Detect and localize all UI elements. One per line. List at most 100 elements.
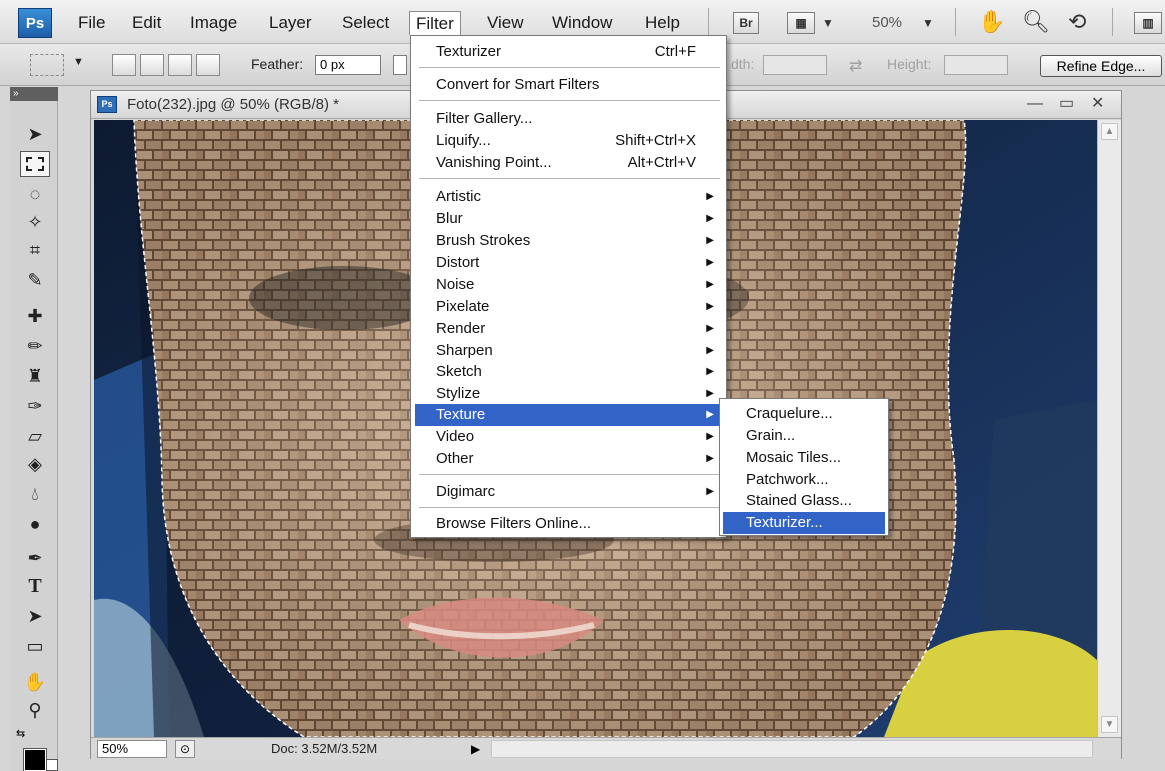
menu-file[interactable]: File [72, 11, 111, 35]
menu-item-blur[interactable]: Blur ▶ [415, 208, 724, 230]
subtract-selection-button[interactable] [168, 54, 192, 76]
menu-select[interactable]: Select [336, 11, 395, 35]
height-field[interactable] [944, 55, 1008, 75]
eraser-tool-icon[interactable]: ▱ [20, 423, 50, 449]
add-selection-button[interactable] [140, 54, 164, 76]
refine-edge-button[interactable]: Refine Edge... [1040, 55, 1162, 77]
scroll-down-icon[interactable]: ▼ [1101, 716, 1118, 733]
menu-item-liquify[interactable]: Liquify... Shift+Ctrl+X [415, 130, 724, 152]
height-label: Height: [887, 56, 932, 72]
lasso-tool-icon[interactable]: ◌ [20, 181, 50, 207]
path-selection-tool-icon[interactable]: ➤ [20, 603, 50, 629]
menu-item-artistic[interactable]: Artistic ▶ [415, 186, 724, 208]
menu-filter[interactable]: Filter [409, 11, 461, 35]
tool-preset-picker[interactable] [30, 54, 64, 76]
magic-wand-tool-icon[interactable]: ✧ [20, 209, 50, 235]
zoom-tool-icon[interactable]: ⚲ [20, 697, 50, 723]
submenu-item-craquelure[interactable]: Craquelure... [723, 403, 885, 425]
hand-tool-icon[interactable]: ✋ [978, 8, 1005, 36]
menu-item-browse-filters-online[interactable]: Browse Filters Online... [415, 513, 724, 535]
submenu-arrow-icon: ▶ [706, 431, 714, 442]
menu-item-vanishing-point[interactable]: Vanishing Point... Alt+Ctrl+V [415, 152, 724, 174]
menubar-divider [955, 8, 956, 36]
menu-window[interactable]: Window [546, 11, 618, 35]
close-icon[interactable]: ✕ [1091, 94, 1104, 114]
view-extras-dropdown-icon[interactable]: ▼ [822, 12, 834, 34]
document-size-info: Doc: 3.52M/3.52M [271, 741, 378, 756]
blur-tool-icon[interactable]: 💧︎ [20, 481, 50, 507]
anti-alias-checkbox[interactable] [393, 55, 407, 75]
status-info-icon[interactable]: ⊙ [175, 740, 195, 758]
status-zoom-field[interactable]: 50% [97, 740, 167, 758]
tools-panel-header[interactable]: » [10, 87, 58, 101]
menu-item-sketch[interactable]: Sketch ▶ [415, 361, 724, 383]
menu-item-video[interactable]: Video ▶ [415, 426, 724, 448]
menu-item-filter-gallery[interactable]: Filter Gallery... [415, 108, 724, 130]
view-extras-button[interactable]: ▦ [787, 12, 815, 34]
menu-layer[interactable]: Layer [263, 11, 318, 35]
new-selection-button[interactable] [112, 54, 136, 76]
pen-tool-icon[interactable]: ✒ [20, 545, 50, 571]
clone-stamp-tool-icon[interactable]: ♜ [20, 363, 50, 389]
submenu-item-stained-glass[interactable]: Stained Glass... [723, 490, 885, 512]
menu-help[interactable]: Help [639, 11, 686, 35]
scroll-up-icon[interactable]: ▲ [1101, 123, 1118, 140]
zoom-tool-icon[interactable]: 🔍︎ [1022, 8, 1050, 36]
history-brush-tool-icon[interactable]: ✑ [20, 393, 50, 419]
menu-item-digimarc[interactable]: Digimarc ▶ [415, 481, 724, 503]
preset-dropdown-icon[interactable]: ▼ [73, 56, 84, 68]
status-menu-arrow-icon[interactable]: ▶ [471, 741, 480, 757]
menu-item-last-filter[interactable]: Texturizer Ctrl+F [415, 41, 724, 63]
maximize-icon[interactable]: ▭ [1059, 94, 1074, 114]
swap-colors-icon[interactable]: ⇆ [16, 727, 25, 740]
feather-field[interactable]: 0 px [315, 55, 381, 75]
last-filter-label: Texturizer [436, 43, 502, 60]
marquee-tool-icon[interactable] [20, 151, 50, 177]
menu-item-pixelate[interactable]: Pixelate ▶ [415, 296, 724, 318]
bridge-button[interactable]: Br [733, 12, 759, 34]
menu-item-render[interactable]: Render ▶ [415, 318, 724, 340]
foreground-color-swatch[interactable] [23, 748, 47, 771]
type-tool-icon[interactable]: T [20, 573, 50, 599]
menu-separator [419, 178, 720, 179]
submenu-arrow-icon: ▶ [706, 213, 714, 224]
zoom-level[interactable]: 50% [872, 12, 902, 34]
width-field[interactable] [763, 55, 827, 75]
zoom-dropdown-icon[interactable]: ▼ [922, 12, 934, 34]
brush-tool-icon[interactable]: ✏ [20, 333, 50, 359]
horizontal-scrollbar[interactable] [491, 740, 1093, 758]
shape-tool-icon[interactable]: ▭ [20, 633, 50, 659]
healing-brush-tool-icon[interactable]: ✚ [20, 303, 50, 329]
paint-bucket-tool-icon[interactable]: ◈ [20, 451, 50, 477]
minimize-icon[interactable]: — [1027, 94, 1043, 114]
submenu-arrow-icon: ▶ [706, 409, 714, 420]
vertical-scrollbar[interactable]: ▲ ▼ [1097, 120, 1121, 737]
crop-tool-icon[interactable]: ⌗ [20, 237, 50, 263]
menu-item-stylize[interactable]: Stylize ▶ [415, 383, 724, 405]
move-tool-icon[interactable]: ➤ [20, 121, 50, 147]
rotate-view-icon[interactable]: ⟲ [1068, 8, 1086, 36]
document-ps-icon: Ps [97, 96, 117, 113]
menu-item-convert-smart-filters[interactable]: Convert for Smart Filters [415, 74, 724, 96]
dodge-tool-icon[interactable]: ● [20, 511, 50, 537]
submenu-item-texturizer[interactable]: Texturizer... [723, 512, 885, 534]
arrange-documents-button[interactable]: ▥ [1134, 12, 1162, 34]
menu-view[interactable]: View [481, 11, 530, 35]
menu-item-brush-strokes[interactable]: Brush Strokes ▶ [415, 230, 724, 252]
submenu-item-grain[interactable]: Grain... [723, 425, 885, 447]
submenu-item-patchwork[interactable]: Patchwork... [723, 469, 885, 491]
menu-item-sharpen[interactable]: Sharpen ▶ [415, 340, 724, 362]
menu-item-texture[interactable]: Texture ▶ [415, 404, 724, 426]
submenu-arrow-icon: ▶ [706, 388, 714, 399]
intersect-selection-button[interactable] [196, 54, 220, 76]
menu-item-distort[interactable]: Distort ▶ [415, 252, 724, 274]
hand-tool-icon[interactable]: ✋ [20, 669, 50, 695]
submenu-item-mosaic-tiles[interactable]: Mosaic Tiles... [723, 447, 885, 469]
menu-edit[interactable]: Edit [126, 11, 167, 35]
eyedropper-tool-icon[interactable]: ✎ [20, 267, 50, 293]
vanishing-point-shortcut: Alt+Ctrl+V [627, 154, 696, 171]
menu-item-other[interactable]: Other ▶ [415, 448, 724, 470]
swap-dimensions-icon[interactable]: ⇄ [849, 56, 862, 76]
menu-image[interactable]: Image [184, 11, 243, 35]
menu-item-noise[interactable]: Noise ▶ [415, 274, 724, 296]
